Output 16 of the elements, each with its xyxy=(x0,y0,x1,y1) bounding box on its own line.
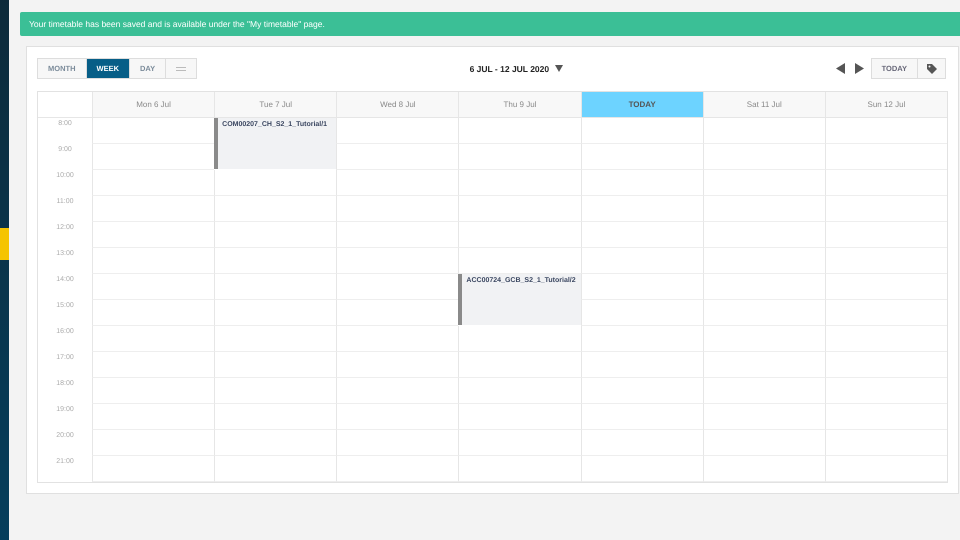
day-header: Thu 9 Jul xyxy=(458,92,581,118)
day-header: Wed 8 Jul xyxy=(336,92,458,118)
day-header: Mon 6 Jul xyxy=(92,92,214,118)
success-banner: Your timetable has been saved and is available under the "My timetable" page. xyxy=(20,12,960,36)
day-header: TODAY xyxy=(580,92,703,118)
day-header: Sun 12 Jul xyxy=(824,92,947,118)
sidebar-marker xyxy=(0,228,9,260)
next-icon[interactable] xyxy=(854,63,864,74)
tag-button[interactable] xyxy=(918,58,946,79)
day-header: Tue 7 Jul xyxy=(214,92,336,118)
previous-icon[interactable] xyxy=(836,63,845,74)
day-header: Sat 11 Jul xyxy=(702,92,825,118)
tag-icon xyxy=(926,64,936,74)
menu-icon xyxy=(176,66,186,70)
date-range[interactable]: 6 JUL - 12 JUL 2020 xyxy=(470,64,550,74)
caret-icon[interactable] xyxy=(555,65,564,72)
